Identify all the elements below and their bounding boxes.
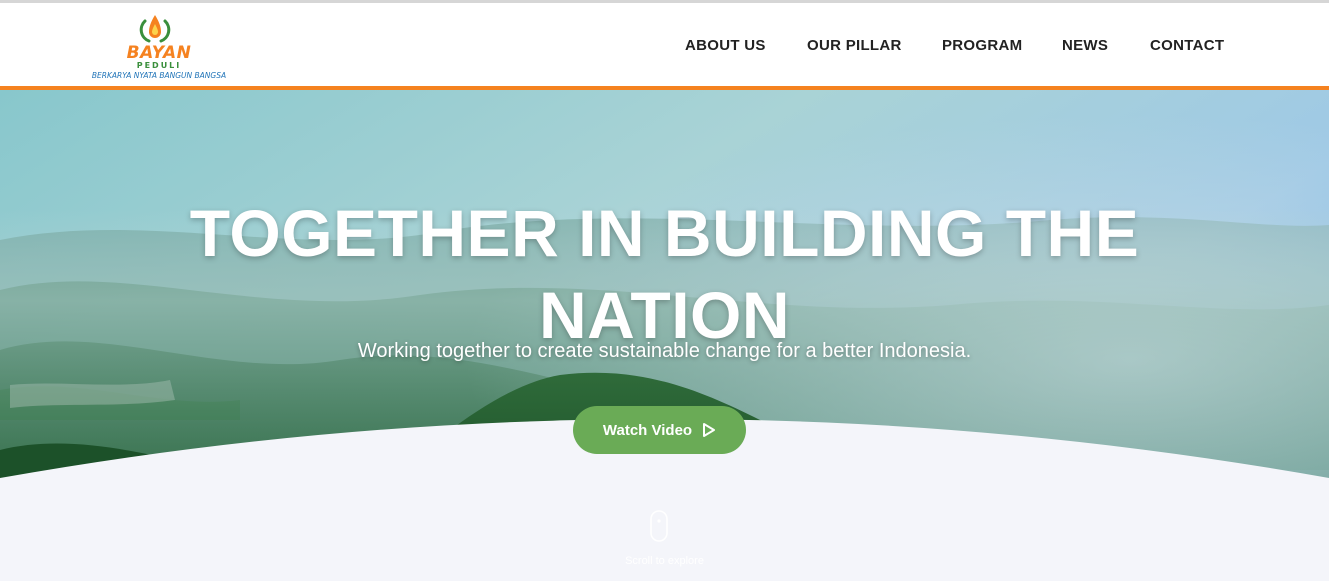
hero-title-line-1: TOGETHER IN BUILDING THE	[189, 196, 1140, 271]
main-nav: ABOUT US OUR PILLAR PROGRAM NEWS CONTACT	[0, 37, 1329, 57]
nav-program[interactable]: PROGRAM	[942, 37, 1022, 55]
hero-section: TOGETHER IN BUILDING THE NATION Working …	[0, 90, 1329, 581]
nav-news[interactable]: NEWS	[1062, 37, 1108, 55]
brand-tagline: BERKARYA NYATA BANGUN BANGSA	[91, 71, 227, 80]
brand-sub: PEDULI	[136, 61, 182, 70]
watch-video-button[interactable]: Watch Video	[573, 406, 746, 454]
site-header: BAYAN PEDULI BERKARYA NYATA BANGUN BANGS…	[0, 3, 1329, 90]
scroll-indicator[interactable]: Scroll to explore	[0, 510, 1329, 570]
scroll-label: Scroll to explore	[625, 555, 704, 567]
play-icon	[703, 423, 716, 437]
hero-subtitle: Working together to create sustainable c…	[357, 340, 972, 362]
nav-contact[interactable]: CONTACT	[1150, 37, 1224, 55]
watch-video-label: Watch Video	[602, 421, 693, 439]
nav-about-us[interactable]: ABOUT US	[685, 37, 766, 55]
hero-title: TOGETHER IN BUILDING THE NATION	[0, 192, 1329, 356]
nav-our-pillar[interactable]: OUR PILLAR	[807, 37, 902, 55]
mouse-icon	[650, 510, 668, 542]
